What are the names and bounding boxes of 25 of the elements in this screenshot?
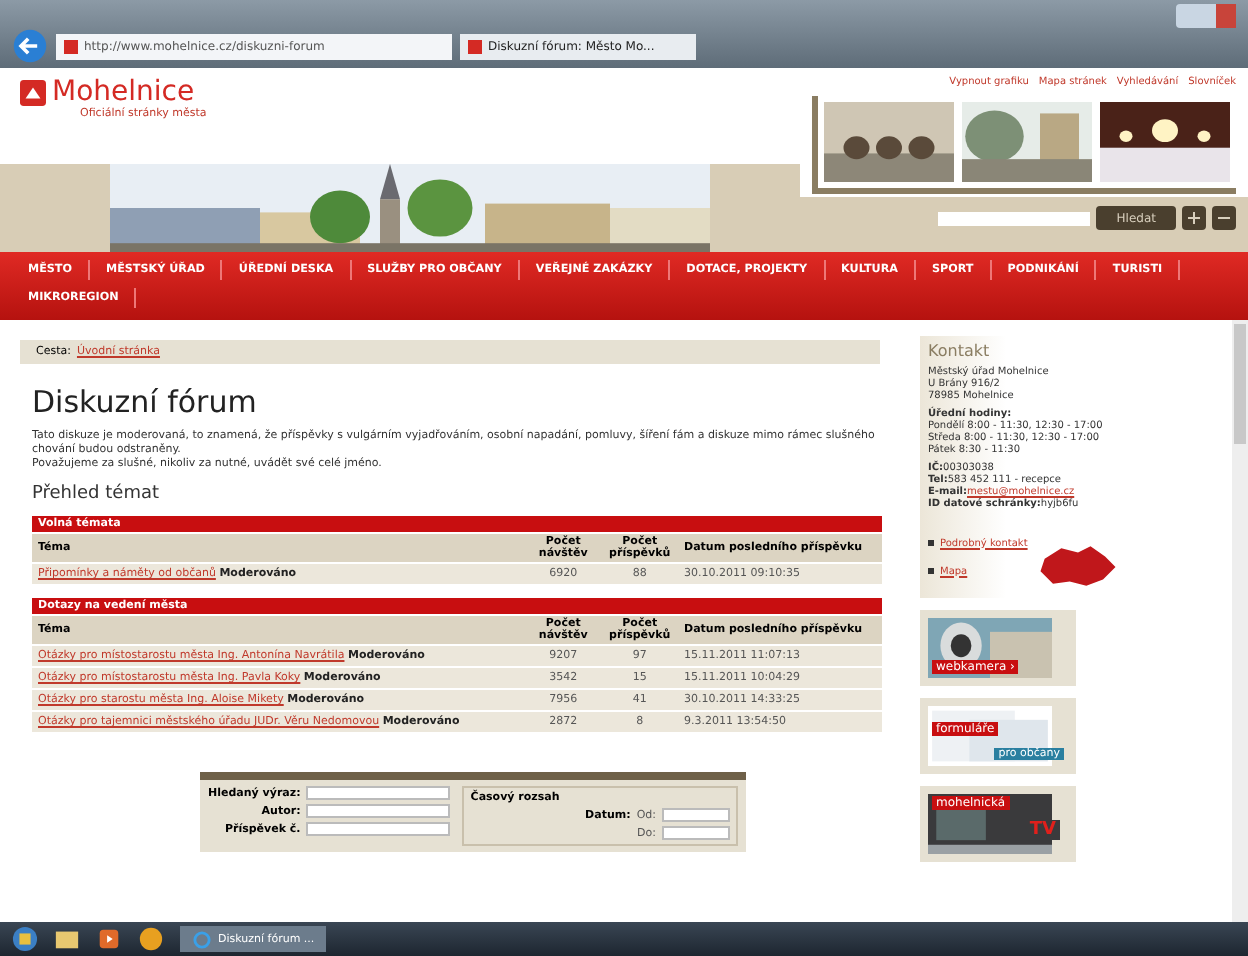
input-field[interactable]: [306, 822, 451, 837]
folder-icon[interactable]: [54, 926, 80, 952]
bullet-icon: [928, 540, 934, 546]
window-controls-icon[interactable]: [1176, 4, 1236, 28]
input-field[interactable]: [306, 804, 451, 819]
site-logo[interactable]: Mohelnice: [52, 76, 195, 108]
banner-sublabel: TV: [1025, 820, 1060, 840]
start-icon[interactable]: [12, 926, 38, 952]
input-field[interactable]: [306, 786, 451, 801]
section-heading: Přehled témat: [32, 484, 162, 505]
input-field[interactable]: [662, 826, 730, 841]
minus-icon[interactable]: [1212, 206, 1236, 230]
bullet-icon: [928, 568, 934, 574]
page-title: Diskuzní fórum: [32, 384, 259, 420]
panel-title: Kontakt: [928, 342, 992, 360]
browser-icon: [192, 929, 212, 949]
search-field[interactable]: [938, 211, 1091, 225]
map-icon[interactable]: [1035, 542, 1120, 592]
logo-icon: [20, 79, 46, 105]
media-player-icon[interactable]: [96, 926, 122, 952]
back-icon[interactable]: [12, 28, 48, 64]
plus-icon[interactable]: [1182, 206, 1206, 230]
app-icon[interactable]: [138, 926, 164, 952]
scrollbar[interactable]: [1232, 320, 1248, 922]
input-field[interactable]: [662, 808, 730, 823]
